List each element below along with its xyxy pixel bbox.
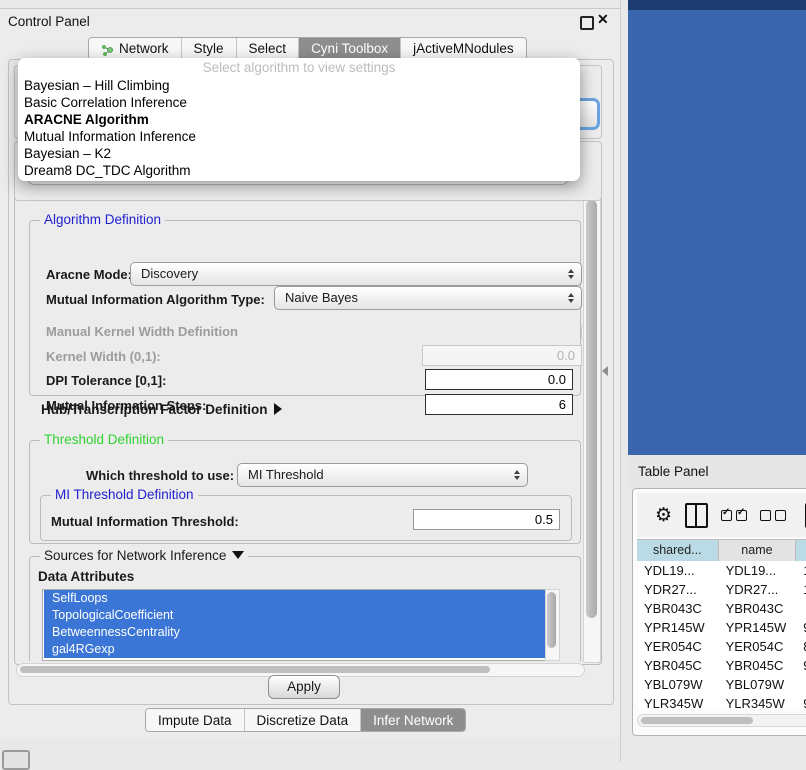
- table-panel: ⚙ shared...name YDL19...YDL19...13YDR27.…: [632, 488, 806, 736]
- aracne-mode-combo[interactable]: Discovery: [130, 262, 582, 286]
- tab-cyni-toolbox[interactable]: Cyni Toolbox: [299, 38, 401, 59]
- table-header-row: shared...name: [637, 539, 806, 563]
- data-attributes-label: Data Attributes: [38, 569, 134, 584]
- tab-discretize-data[interactable]: Discretize Data: [245, 709, 362, 731]
- expand-arrow-icon: [274, 403, 282, 415]
- table-row[interactable]: YBL079WYBL079W: [637, 675, 806, 694]
- tab-impute-data[interactable]: Impute Data: [146, 709, 245, 731]
- kernel-width-label: Kernel Width (0,1):: [46, 349, 161, 364]
- tab-style[interactable]: Style: [182, 38, 237, 59]
- which-threshold-combo[interactable]: MI Threshold: [237, 463, 528, 487]
- table-row[interactable]: YLR345WYLR345W9.: [637, 694, 806, 709]
- deselect-all-icon[interactable]: [760, 510, 786, 521]
- table-row[interactable]: YDR27...YDR27...12: [637, 580, 806, 599]
- mi-threshold-group-title: MI Threshold Definition: [51, 487, 198, 502]
- spinner-arrows-icon: [514, 470, 520, 480]
- table-toolbar: ⚙: [637, 493, 806, 537]
- spinner-arrows-icon: [568, 269, 574, 279]
- tab-infer-network[interactable]: Infer Network: [361, 709, 465, 731]
- dpi-tolerance-label: DPI Tolerance [0,1]:: [46, 373, 166, 388]
- algorithm-dropdown-list: Select algorithm to view settings Bayesi…: [18, 58, 580, 181]
- aracne-mode-value: Discovery: [141, 266, 198, 281]
- table-body: YDL19...YDL19...13YDR27...YDR27...12YBR0…: [637, 561, 806, 709]
- algorithm-option-bayesian-k2[interactable]: Bayesian – K2: [18, 145, 580, 162]
- table-row[interactable]: YDL19...YDL19...13: [637, 561, 806, 580]
- which-threshold-value: MI Threshold: [248, 467, 324, 482]
- attribute-item-betweennesscentrality[interactable]: BetweennessCentrality: [44, 624, 545, 641]
- network-view-window: GALGAL80GAL10GAL1GAL11SWI4GAL4GCY1HAP4YH…: [628, 10, 806, 455]
- tab-select[interactable]: Select: [237, 38, 300, 59]
- table-panel-title: Table Panel: [638, 464, 709, 479]
- table-row[interactable]: YBR043CYBR043C: [637, 599, 806, 618]
- threshold-definition-group: Threshold Definition Which threshold to …: [29, 440, 581, 544]
- aracne-mode-label: Aracne Mode:: [46, 267, 132, 282]
- hub-definition-toggle[interactable]: Hub/Transcription Factor Definition: [41, 402, 282, 417]
- collapse-arrow-icon: [232, 551, 244, 559]
- algorithm-definition-group: Algorithm Definition Aracne Mode: Discov…: [29, 220, 581, 396]
- which-threshold-label: Which threshold to use:: [86, 468, 234, 483]
- top-tab-bar: NetworkStyleSelectCyni ToolboxjActiveMNo…: [88, 37, 527, 60]
- screen: { "window": { "title": "Control Panel" }…: [0, 0, 806, 762]
- table-hscrollbar[interactable]: [637, 714, 806, 727]
- network-icon: [101, 42, 114, 55]
- mi-type-value: Naive Bayes: [285, 290, 358, 305]
- attribute-item-topologicalcoefficient[interactable]: TopologicalCoefficient: [44, 607, 545, 624]
- data-attributes-list: SelfLoopsTopologicalCoefficientBetweenne…: [42, 589, 547, 661]
- column-header-1[interactable]: name: [719, 540, 797, 562]
- attribute-item-selfloops[interactable]: SelfLoops: [44, 590, 545, 607]
- panel-resize-grip[interactable]: [602, 366, 608, 376]
- mi-threshold-field[interactable]: [413, 509, 560, 530]
- table-row[interactable]: YBR045CYBR045C9.: [637, 656, 806, 675]
- dropdown-placeholder: Select algorithm to view settings: [18, 58, 580, 77]
- table-row[interactable]: YER054CYER054C8.: [637, 637, 806, 656]
- collapsed-panel-icon[interactable]: [2, 750, 30, 770]
- mi-threshold-label: Mutual Information Threshold:: [51, 514, 239, 529]
- sources-group-title[interactable]: Sources for Network Inference: [40, 548, 248, 563]
- algorithm-options: Bayesian – Hill ClimbingBasic Correlatio…: [18, 77, 580, 179]
- algorithm-option-bayesian-hill-climbing[interactable]: Bayesian – Hill Climbing: [18, 77, 580, 94]
- threshold-definition-title: Threshold Definition: [40, 432, 168, 447]
- kernel-width-field[interactable]: [422, 345, 582, 366]
- column-header-0[interactable]: shared...: [637, 540, 719, 562]
- manual-kernel-label: Manual Kernel Width Definition: [46, 324, 238, 339]
- dpi-tolerance-field[interactable]: [425, 369, 573, 390]
- float-window-icon[interactable]: [580, 16, 594, 30]
- algorithm-option-basic-correlation-inference[interactable]: Basic Correlation Inference: [18, 94, 580, 111]
- split-columns-icon[interactable]: [685, 503, 708, 528]
- settings-scrollbar[interactable]: [583, 195, 601, 663]
- apply-button[interactable]: Apply: [268, 675, 340, 699]
- panel-title: Control Panel: [8, 14, 90, 29]
- algorithm-option-aracne-algorithm[interactable]: ARACNE Algorithm: [18, 111, 580, 128]
- column-header-2[interactable]: [796, 540, 806, 562]
- tab-network[interactable]: Network: [89, 38, 182, 59]
- mi-threshold-group: MI Threshold Definition Mutual Informati…: [40, 495, 572, 541]
- mi-type-combo[interactable]: Naive Bayes: [274, 286, 582, 310]
- gear-icon[interactable]: ⚙: [655, 506, 672, 525]
- list-scrollbar[interactable]: [545, 589, 560, 661]
- mi-type-label: Mutual Information Algorithm Type:: [46, 292, 265, 307]
- table-row[interactable]: YPR145WYPR145W9.: [637, 618, 806, 637]
- control-panel: Control Panel ✕ NetworkStyleSelectCyni T…: [0, 8, 620, 738]
- bottom-tab-bar: Impute DataDiscretize DataInfer Network: [145, 708, 466, 732]
- tab-jactivemnodules[interactable]: jActiveMNodules: [401, 38, 526, 59]
- select-all-icon[interactable]: [721, 510, 747, 521]
- spinner-arrows-icon: [568, 293, 574, 303]
- table-panel-header: Table Panel: [628, 455, 806, 488]
- algorithm-definition-title: Algorithm Definition: [40, 212, 165, 227]
- algorithm-option-dream8-dc-tdc-algorithm[interactable]: Dream8 DC_TDC Algorithm: [18, 162, 580, 179]
- mi-steps-field[interactable]: [425, 394, 573, 415]
- algorithm-option-mutual-information-inference[interactable]: Mutual Information Inference: [18, 128, 580, 145]
- close-icon[interactable]: ✕: [597, 11, 609, 28]
- attribute-item-gal4rgexp[interactable]: gal4RGexp: [44, 641, 545, 658]
